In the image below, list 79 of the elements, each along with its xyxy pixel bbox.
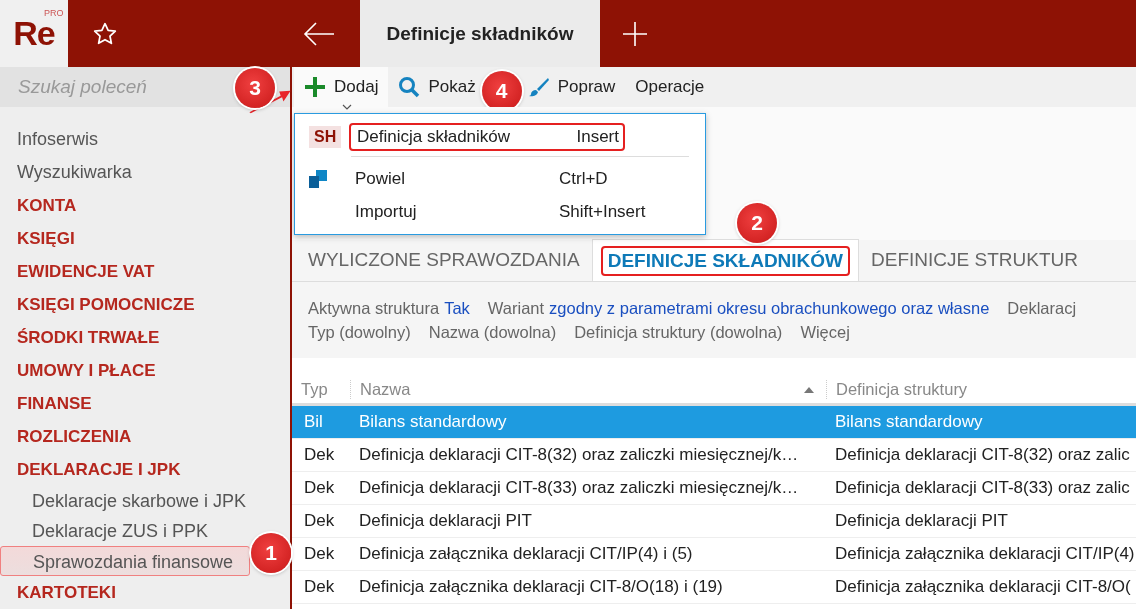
filter-label[interactable]: Więcej xyxy=(800,320,850,344)
table-row[interactable]: Dek Definicja załącznika deklaracji CIT-8/O(18) i (19) Definicja załącznika deklaracji CIT-8/O( xyxy=(292,571,1136,604)
toolbar-button[interactable]: Dodaj xyxy=(294,67,389,107)
table-cell-text: Bilans standardowy xyxy=(358,412,508,432)
filter-label[interactable]: Nazwa (dowolna) xyxy=(428,320,557,344)
table-row[interactable]: Dek Definicja deklaracji CIT-8(32) oraz zaliczki miesięcznej/k… Definicja deklaracji CIT-8(32) oraz zalic xyxy=(292,439,1136,472)
column-header[interactable]: Definicja struktury xyxy=(826,380,1136,399)
table-cell-text: Definicja deklaracji CIT-8(32) oraz zaliczki miesięcznej/k… xyxy=(358,445,800,465)
plus-icon xyxy=(304,76,326,98)
shortcut-text: Ctrl+D xyxy=(559,168,609,189)
sidebar-item[interactable]: UMOWY I PŁACE xyxy=(0,354,290,387)
toolbar-button[interactable]: Operacje xyxy=(625,67,715,107)
sidebar-item[interactable]: Deklaracje skarbowe i JPK xyxy=(0,486,290,516)
table-cell-text: Dek xyxy=(303,544,336,564)
filter-value[interactable]: Tak xyxy=(444,296,470,320)
menu-label: Importuj xyxy=(355,201,417,222)
sidebar-item[interactable]: Wyszukiwarka xyxy=(0,156,290,189)
sidebar-item[interactable]: DEKLARACJE I JPK xyxy=(0,453,290,486)
filter-value[interactable]: zgodny z parametrami okresu obrachunkowego oraz własne xyxy=(549,296,990,320)
column-header[interactable]: Nazwa xyxy=(350,380,826,399)
tab[interactable]: WYLICZONE SPRAWOZDANIA xyxy=(296,239,592,281)
sidebar-item[interactable]: Infoserwis xyxy=(0,123,290,156)
table-cell-text: Bilans standardowy xyxy=(834,412,984,432)
table-cell-text: Definicja deklaracji CIT-8(32) oraz zalic xyxy=(834,445,1131,465)
sidebar-item[interactable]: ŚRODKI TRWAŁE xyxy=(0,321,290,354)
table-cell-text: Definicja deklaracji CIT-8(33) oraz zaliczki miesięcznej/k… xyxy=(358,478,800,498)
filter-label[interactable]: Wariant xyxy=(487,296,545,320)
brush-icon xyxy=(527,76,550,98)
menu-item[interactable]: Definicja składników Insert xyxy=(349,122,625,151)
table-cell-text: Dek xyxy=(303,445,336,465)
filter-label[interactable]: Aktywna struktura xyxy=(308,296,440,320)
sidebar-item[interactable]: Sprawozdania finansowe xyxy=(0,546,250,576)
filter-label[interactable]: Definicja struktury (dowolna) xyxy=(574,320,783,344)
sidebar-item[interactable]: EWIDENCJE VAT xyxy=(0,255,290,288)
back-arrow-icon[interactable] xyxy=(302,21,336,46)
sidebar-item[interactable]: KARTOTEKI xyxy=(0,576,290,609)
logo: Re PRO xyxy=(0,0,68,67)
tab[interactable]: DEFINICJE SKŁADNIKÓW xyxy=(591,239,860,281)
sidebar-item[interactable]: ROZLICZENIA xyxy=(0,420,290,453)
table-cell-text: Dek xyxy=(303,478,336,498)
table-cell-text: Definicja deklaracji PIT xyxy=(834,511,1009,531)
table-cell-text: Definicja załącznika deklaracji CIT/IP(4) xyxy=(834,544,1136,564)
menu-item[interactable]: Importuj Shift+Insert xyxy=(349,199,699,224)
table-row[interactable]: Dek Definicja deklaracji CIT-8(33) oraz zaliczki miesięcznej/k… Definicja deklaracji CIT-8(33) oraz zalic xyxy=(292,472,1136,505)
step-number-badge: 2 xyxy=(737,203,777,243)
search-icon xyxy=(398,76,421,98)
shortcut-text: Shift+Insert xyxy=(559,201,647,222)
table-cell-text: Definicja załącznika deklaracji CIT-8/O(18) i (19) xyxy=(358,577,724,597)
column-header[interactable]: Typ xyxy=(292,380,350,399)
table-row[interactable]: Dek Definicja deklaracji PIT Definicja deklaracji PIT xyxy=(292,505,1136,538)
copy-icon xyxy=(309,169,327,188)
tab[interactable]: DEFINICJE STRUKTUR xyxy=(859,239,1090,281)
filter-label[interactable]: Deklaracj xyxy=(1007,296,1077,320)
shortcut-badge: SH xyxy=(309,125,342,148)
table-cell-text: Definicja załącznika deklaracji CIT-8/O( xyxy=(834,577,1132,597)
star-icon[interactable] xyxy=(92,20,118,47)
new-tab-icon[interactable] xyxy=(622,20,648,47)
table-cell-text: Dek xyxy=(303,511,336,531)
table-cell-text: Bil xyxy=(303,412,324,432)
sidebar-item[interactable]: KSIĘGI xyxy=(0,222,290,255)
menu-label: Definicja składników xyxy=(357,126,511,147)
table-cell-text: Definicja deklaracji CIT-8(33) oraz zalic xyxy=(834,478,1131,498)
table-row[interactable]: Dek Definicja załącznika deklaracji CIT/IP(4) i (5) Definicja załącznika deklaracji CIT/IP(4) xyxy=(292,538,1136,571)
table-row[interactable]: Bil Bilans standardowy Bilans standardowy xyxy=(292,406,1136,439)
menu-label: Powiel xyxy=(355,168,406,189)
table-cell-text: Definicja załącznika deklaracji CIT/IP(4) i (5) xyxy=(358,544,694,564)
document-tab[interactable]: Definicje składników xyxy=(360,0,600,67)
sidebar-item[interactable]: FINANSE xyxy=(0,387,290,420)
table-cell-text: Definicja deklaracji PIT xyxy=(358,511,533,531)
sidebar-item[interactable]: KSIĘGI POMOCNICZE xyxy=(0,288,290,321)
sort-icon xyxy=(804,386,814,393)
sidebar-item[interactable]: KONTA xyxy=(0,189,290,222)
search-field[interactable]: Szukaj poleceń xyxy=(18,76,218,98)
filter-label[interactable]: Typ (dowolny) xyxy=(308,320,411,344)
table-cell-text: Dek xyxy=(303,577,336,597)
step-number-badge: 3 xyxy=(235,68,275,108)
step-number-badge: 1 xyxy=(251,533,291,573)
menu-item[interactable]: Powiel Ctrl+D xyxy=(349,166,699,191)
shortcut-text: Insert xyxy=(576,126,619,147)
